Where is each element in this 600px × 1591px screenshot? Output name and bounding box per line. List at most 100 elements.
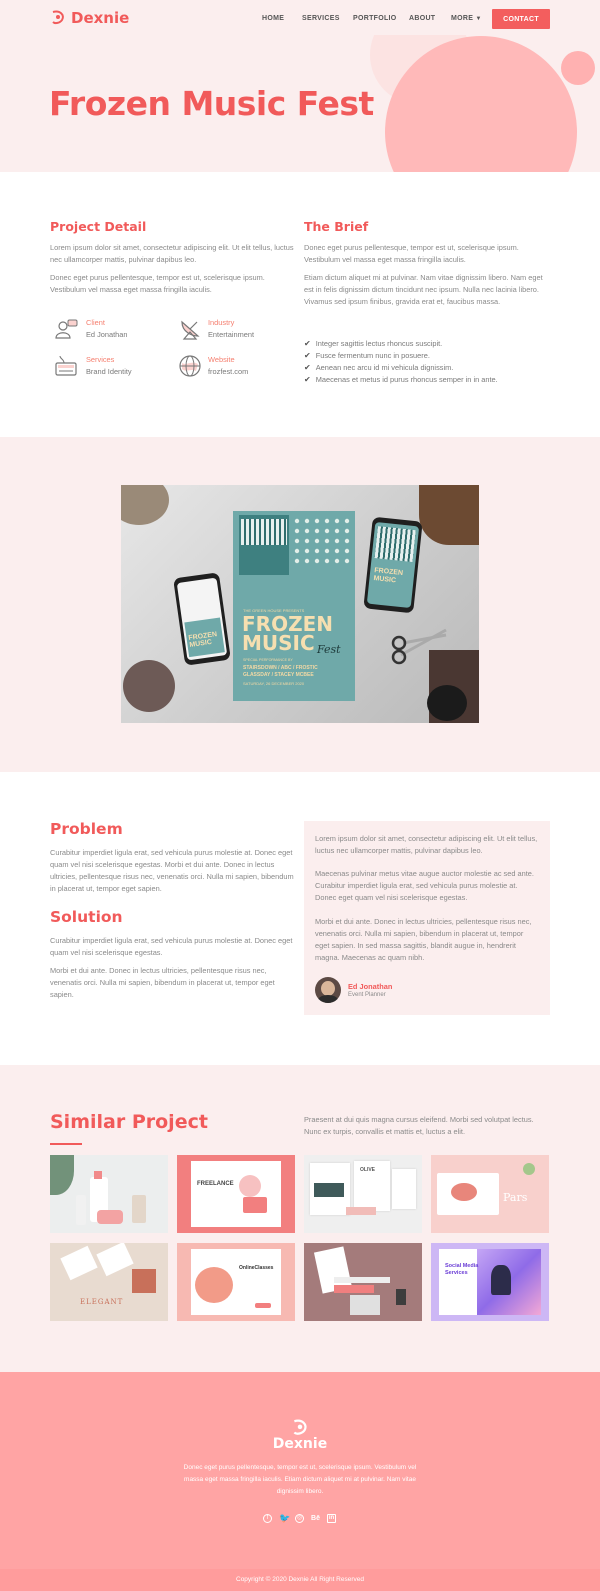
nav-portfolio[interactable]: PORTFOLIO bbox=[353, 15, 397, 22]
poster-dots bbox=[294, 518, 350, 564]
scissors-icon bbox=[391, 628, 447, 665]
thumb-2-caption: FREELANCE bbox=[197, 1181, 234, 1187]
solution-title: Solution bbox=[50, 908, 123, 926]
similar-title: Similar Project bbox=[50, 1111, 208, 1133]
check-icon: ✔ bbox=[304, 362, 311, 372]
nav-more-label: MORE bbox=[451, 15, 474, 22]
client-value: Ed Jonathan bbox=[86, 330, 128, 339]
poster-bands-1: STAIRSDOWN / ABC / FROSTIC bbox=[243, 665, 318, 671]
similar-thumb-8[interactable]: Social Media Services bbox=[431, 1243, 549, 1321]
check-icon: ✔ bbox=[304, 350, 311, 360]
similar-thumb-7[interactable] bbox=[304, 1243, 422, 1321]
poster-date: SATURDAY, 26 DECEMBER 2020 bbox=[243, 681, 305, 686]
industry-label: Industry bbox=[208, 318, 235, 327]
hero-section: Dexnie HOME SERVICES PORTFOLIO ABOUT MOR… bbox=[0, 0, 600, 172]
nav-home[interactable]: HOME bbox=[262, 15, 284, 22]
phone-right-line-2: MUSIC bbox=[373, 575, 397, 585]
facebook-icon[interactable]: f bbox=[263, 1514, 272, 1523]
copyright-bar: Copyright © 2020 Dexnie All Right Reserv… bbox=[0, 1569, 600, 1591]
contact-button[interactable]: CONTACT bbox=[492, 9, 550, 29]
check-item: ✔ Integer sagittis lectus rhoncus suscipi… bbox=[304, 337, 554, 349]
client-icon bbox=[55, 319, 78, 339]
website-label: Website bbox=[208, 355, 235, 364]
similar-title-underline bbox=[50, 1143, 82, 1145]
page-title: Frozen Music Fest bbox=[49, 84, 374, 123]
globe-icon bbox=[179, 355, 201, 377]
testimonial-name: Ed Jonathan bbox=[348, 982, 393, 991]
avatar bbox=[315, 977, 341, 1003]
dribbble-icon[interactable]: ◎ bbox=[295, 1514, 304, 1523]
similar-thumb-3[interactable]: OLIVE bbox=[304, 1155, 422, 1233]
project-detail-para-2: Donec eget purus pellentesque, tempor es… bbox=[50, 273, 265, 294]
thumb-4-caption: Pars bbox=[503, 1191, 528, 1204]
check-icon: ✔ bbox=[304, 338, 311, 348]
phone-right-text: FROZEN MUSIC bbox=[373, 567, 403, 586]
footer-brand: Dexnie bbox=[272, 1436, 328, 1452]
social-links: f 🐦 ◎ Bē in bbox=[263, 1514, 336, 1523]
thumb-5-caption: ELEGANT bbox=[80, 1298, 124, 1306]
check-item-text: Aenean nec arcu id mi vehicula dignissim… bbox=[315, 362, 454, 372]
check-item-text: Maecenas et metus id purus rhoncus sempe… bbox=[315, 374, 498, 384]
linkedin-icon[interactable]: in bbox=[327, 1514, 336, 1523]
services-label: Services bbox=[86, 355, 115, 364]
brief-para-2: Etiam dictum aliquet mi at pulvinar. Nam… bbox=[304, 273, 543, 306]
solution-para-1: Curabitur imperdiet ligula erat, sed veh… bbox=[50, 936, 293, 957]
testimonial-role: Event Planner bbox=[348, 992, 386, 998]
logo-text: Dexnie bbox=[71, 9, 130, 27]
hero-circle bbox=[385, 36, 577, 172]
poster-script: Fest bbox=[317, 643, 341, 656]
project-detail-title: Project Detail bbox=[50, 219, 147, 234]
footer-logo-icon bbox=[293, 1419, 307, 1435]
solution-para-2: Morbi et dui ante. Donec in lectus ultri… bbox=[50, 966, 275, 999]
brief-para-1: Donec eget purus pellentesque, tempor es… bbox=[304, 243, 519, 264]
brief-title: The Brief bbox=[304, 219, 369, 234]
poster-bands-2: GLASSDAY / STACEY MCBEE bbox=[243, 672, 314, 678]
website-value[interactable]: frozfest.com bbox=[208, 367, 248, 376]
logo[interactable]: Dexnie bbox=[50, 9, 129, 27]
check-icon: ✔ bbox=[304, 374, 311, 384]
services-value: Brand Identity bbox=[86, 367, 132, 376]
nav-about[interactable]: ABOUT bbox=[409, 15, 435, 22]
nav-services[interactable]: SERVICES bbox=[302, 15, 340, 22]
similar-thumb-5[interactable]: ELEGANT bbox=[50, 1243, 168, 1321]
similar-thumb-6[interactable]: OnlineClasses bbox=[177, 1243, 295, 1321]
poster-title-2: MUSIC bbox=[242, 631, 315, 655]
brief-checklist: ✔ Integer sagittis lectus rhoncus suscipi… bbox=[304, 337, 554, 385]
check-item: ✔ Fusce fermentum nunc in posuere. bbox=[304, 349, 554, 361]
industry-value: Entertainment bbox=[208, 330, 255, 339]
thumb-6-caption: OnlineClasses bbox=[239, 1265, 274, 1271]
project-image: THE GREEN HOUSE PRESENTS FROZEN MUSIC Fe… bbox=[121, 485, 479, 723]
thumb-3-caption: OLIVE bbox=[360, 1167, 376, 1173]
project-detail-para-1: Lorem ipsum dolor sit amet, consectetur … bbox=[50, 243, 294, 264]
similar-thumb-1[interactable] bbox=[50, 1155, 168, 1233]
chevron-down-icon: ▼ bbox=[475, 16, 482, 22]
twitter-icon[interactable]: 🐦 bbox=[279, 1514, 290, 1523]
poster: THE GREEN HOUSE PRESENTS FROZEN MUSIC Fe… bbox=[233, 511, 355, 701]
testimonial-card: Lorem ipsum dolor sit amet, consectetur … bbox=[304, 821, 550, 1015]
similar-thumb-2[interactable]: FREELANCE bbox=[177, 1155, 295, 1233]
behance-icon[interactable]: Bē bbox=[311, 1514, 320, 1523]
problem-para: Curabitur imperdiet ligula erat, sed veh… bbox=[50, 848, 294, 893]
thumb-8-caption: Social Media Services bbox=[445, 1263, 479, 1276]
similar-desc: Praesent at dui quis magna cursus eleife… bbox=[304, 1115, 534, 1136]
footer: Dexnie Donec eget purus pellentesque, te… bbox=[0, 1372, 600, 1591]
similar-thumb-4[interactable]: Pars bbox=[431, 1155, 549, 1233]
testimonial-para-1: Lorem ipsum dolor sit amet, consectetur … bbox=[315, 834, 538, 855]
problem-title: Problem bbox=[50, 820, 123, 838]
keyboard-icon bbox=[55, 355, 77, 376]
hero-small-circle bbox=[561, 51, 595, 85]
check-item: ✔ Aenean nec arcu id mi vehicula dignissi… bbox=[304, 361, 554, 373]
check-item-text: Fusce fermentum nunc in posuere. bbox=[315, 350, 430, 360]
logo-icon bbox=[52, 10, 64, 25]
client-label: Client bbox=[86, 318, 105, 327]
satellite-dish-icon bbox=[181, 320, 200, 340]
phone-right: FROZEN MUSIC bbox=[363, 516, 423, 614]
poster-special: SPECIAL PERFORMANCE BY bbox=[243, 658, 293, 662]
footer-text: Donec eget purus pellentesque, tempor es… bbox=[183, 1464, 417, 1495]
testimonial-para-2: Maecenas pulvinar metus vitae augue auct… bbox=[315, 869, 534, 902]
check-item-text: Integer sagittis lectus rhoncus suscipit… bbox=[315, 338, 443, 348]
testimonial-para-3: Morbi et dui ante. Donec in lectus ultri… bbox=[315, 917, 532, 962]
check-item: ✔ Maecenas et metus id purus rhoncus semp… bbox=[304, 373, 554, 385]
copyright-text: Copyright © 2020 Dexnie All Right Reserv… bbox=[236, 1576, 364, 1583]
nav-more[interactable]: MORE ▼ bbox=[451, 15, 482, 22]
